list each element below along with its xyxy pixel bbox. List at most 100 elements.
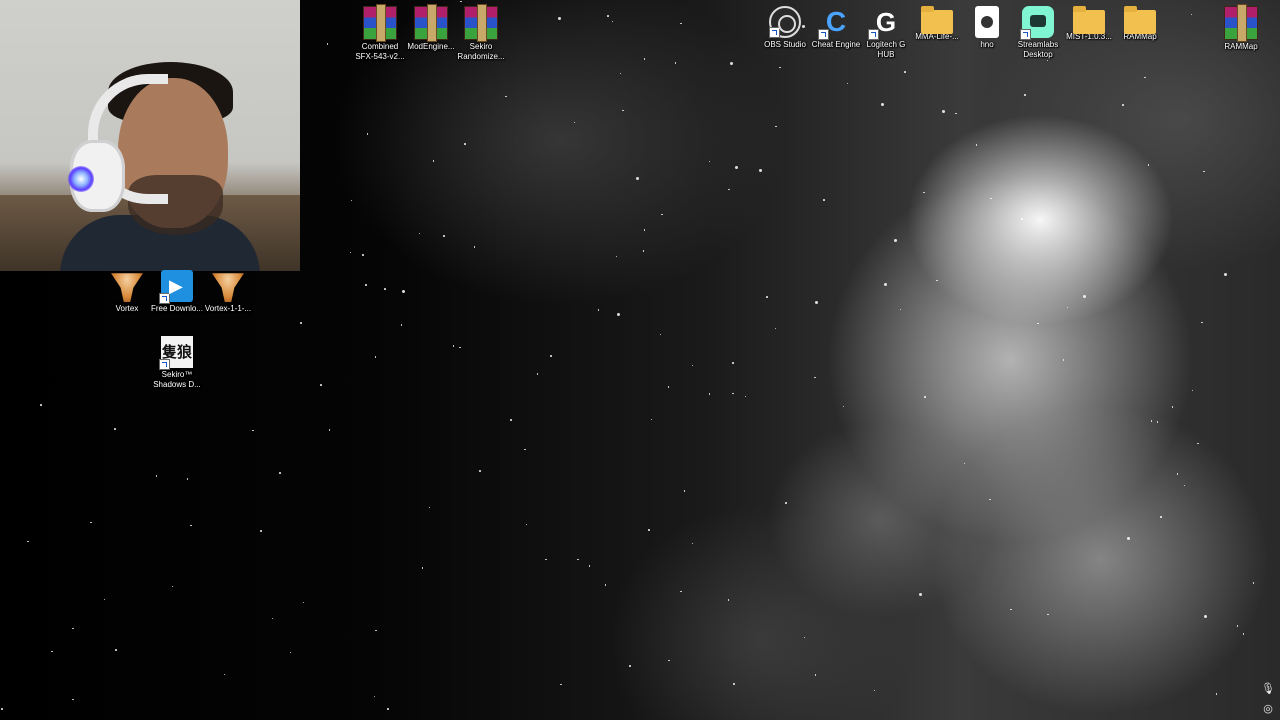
desktop-icon-sekiro[interactable]: 隻狼 Sekiro™ Shadows D... bbox=[149, 332, 205, 390]
star bbox=[115, 649, 117, 651]
star bbox=[629, 665, 631, 667]
star bbox=[893, 238, 897, 242]
star bbox=[536, 373, 539, 375]
desktop-icon-mma-life[interactable]: MMA-Life-... bbox=[909, 2, 965, 42]
desktop-icon-rammap-folder[interactable]: RAMMap bbox=[1112, 2, 1168, 42]
desktop-icon-label: Logitech G HUB bbox=[866, 40, 906, 59]
star bbox=[326, 43, 329, 45]
star bbox=[615, 255, 618, 258]
star bbox=[680, 590, 682, 593]
desktop-icon-hno[interactable]: hno bbox=[959, 2, 1015, 50]
desktop-icon-modengine[interactable]: ModEngine... bbox=[403, 2, 459, 52]
star bbox=[588, 565, 591, 567]
star bbox=[1066, 306, 1069, 309]
shortcut-arrow-icon bbox=[818, 29, 829, 40]
star bbox=[103, 598, 106, 601]
star bbox=[728, 188, 730, 191]
star bbox=[667, 386, 670, 388]
star bbox=[1197, 442, 1199, 445]
star bbox=[402, 289, 406, 293]
shortcut-arrow-icon bbox=[868, 29, 879, 40]
star bbox=[691, 364, 694, 367]
logitech-g-hub-icon: G bbox=[868, 6, 902, 40]
star bbox=[1122, 104, 1124, 106]
star bbox=[260, 530, 262, 532]
star bbox=[955, 112, 957, 115]
desktop-icon-logitech-g-hub[interactable]: G Logitech G HUB bbox=[858, 2, 914, 60]
star bbox=[479, 470, 481, 472]
desktop-icon-streamlabs[interactable]: Streamlabs Desktop bbox=[1010, 2, 1066, 60]
desktop-icon-label: RAMMap bbox=[1224, 42, 1258, 51]
star bbox=[373, 695, 376, 697]
star bbox=[72, 698, 74, 701]
star bbox=[661, 213, 663, 216]
winrar-archive-icon bbox=[414, 4, 448, 42]
desktop-icon-label: Cheat Engine bbox=[811, 40, 861, 49]
folder-icon bbox=[921, 6, 953, 34]
star bbox=[1062, 359, 1065, 361]
desktop-icon-label: Vortex-1-1-... bbox=[204, 304, 252, 313]
star bbox=[683, 490, 686, 492]
star bbox=[27, 540, 29, 543]
star bbox=[1176, 473, 1178, 475]
star bbox=[443, 235, 445, 237]
star bbox=[1203, 170, 1205, 173]
star bbox=[989, 498, 991, 501]
desktop-icon-obs-studio[interactable]: OBS Studio bbox=[757, 2, 813, 50]
star bbox=[779, 66, 781, 69]
star bbox=[635, 177, 639, 181]
star bbox=[459, 346, 461, 349]
star bbox=[545, 558, 547, 561]
desktop-icon-free-download-manager[interactable]: Free Downlo... bbox=[149, 266, 205, 314]
star bbox=[320, 384, 322, 386]
star bbox=[643, 229, 646, 231]
star bbox=[607, 15, 609, 17]
star bbox=[1147, 164, 1150, 166]
star bbox=[374, 356, 377, 358]
star bbox=[846, 82, 849, 85]
star bbox=[40, 404, 42, 406]
desktop-icon-cheat-engine[interactable]: C Cheat Engine bbox=[808, 2, 864, 50]
webcam-overlay bbox=[0, 0, 300, 271]
star bbox=[1191, 389, 1194, 392]
star bbox=[814, 674, 817, 676]
star bbox=[1156, 421, 1159, 423]
vortex-installer-icon bbox=[212, 273, 244, 302]
star bbox=[328, 429, 331, 431]
cheat-engine-icon: C bbox=[818, 6, 852, 40]
star bbox=[622, 109, 624, 112]
star bbox=[1037, 322, 1039, 325]
desktop-icon-mist[interactable]: MIST-1.0.3... bbox=[1061, 2, 1117, 42]
winrar-archive-icon bbox=[363, 4, 397, 42]
star bbox=[785, 502, 787, 504]
star bbox=[302, 601, 305, 604]
media-file-icon bbox=[975, 6, 999, 38]
star bbox=[510, 419, 512, 421]
star bbox=[814, 376, 816, 379]
star bbox=[365, 284, 367, 286]
star bbox=[560, 683, 562, 686]
desktop-icon-rammap-archive[interactable]: RAMMap bbox=[1213, 2, 1269, 52]
desktop-icon-vortex[interactable]: Vortex bbox=[99, 266, 155, 314]
star bbox=[708, 393, 711, 395]
desktop-icon-label: Combined SFX-543-v2... bbox=[355, 42, 405, 61]
desktop-icon-combined-sfx[interactable]: Combined SFX-543-v2... bbox=[352, 2, 408, 62]
star bbox=[375, 629, 377, 632]
star bbox=[1024, 94, 1026, 96]
star bbox=[171, 585, 174, 588]
star bbox=[300, 322, 302, 324]
star bbox=[1183, 484, 1186, 487]
desktop-icon-sekiro-randomizer[interactable]: Sekiro Randomize... bbox=[453, 2, 509, 62]
winrar-archive-icon bbox=[464, 4, 498, 42]
star bbox=[421, 567, 424, 569]
desktop-icon-vortex-installer[interactable]: Vortex-1-1-... bbox=[200, 266, 256, 314]
target-settings-icon[interactable]: ◎ bbox=[1261, 702, 1275, 716]
star bbox=[505, 95, 507, 98]
star bbox=[428, 506, 431, 509]
star bbox=[880, 102, 884, 106]
microphone-icon[interactable]: 🎙 bbox=[1261, 682, 1275, 696]
folder-icon bbox=[1124, 6, 1156, 34]
star bbox=[923, 191, 925, 194]
star bbox=[766, 296, 768, 298]
star bbox=[1127, 536, 1131, 540]
